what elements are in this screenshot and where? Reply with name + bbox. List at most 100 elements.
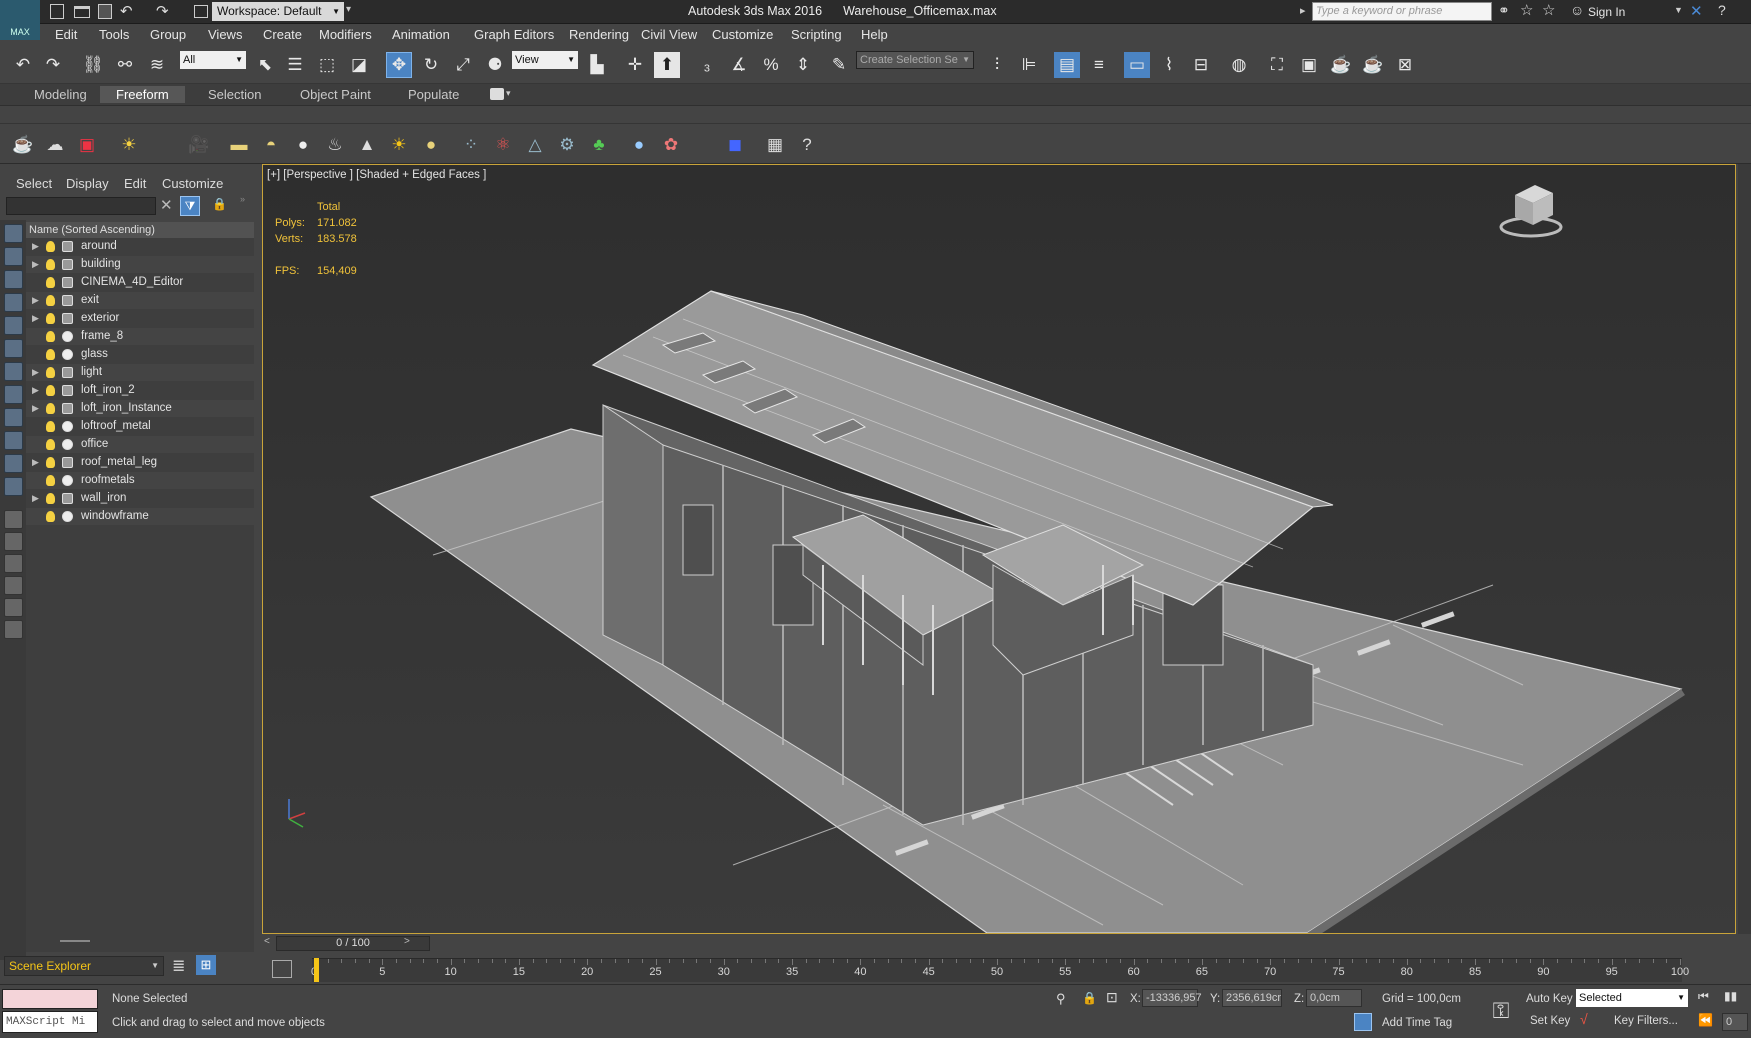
z-coord-field[interactable]: 0,0cm xyxy=(1306,989,1362,1007)
scene-object-row[interactable]: ▶ roof_metal_leg xyxy=(26,454,254,471)
expand-arrow-icon[interactable]: ▶ xyxy=(32,310,39,327)
scene-object-row[interactable]: ▶ building xyxy=(26,256,254,273)
select-and-scale-icon[interactable]: ⤢ xyxy=(450,52,476,78)
shapes-filter-icon[interactable] xyxy=(4,247,23,266)
scene-object-row[interactable]: CINEMA_4D_Editor xyxy=(26,274,254,291)
schematic-view-icon[interactable]: ⊟ xyxy=(1188,52,1214,78)
ribbon-tab-freeform[interactable]: Freeform xyxy=(100,86,185,103)
favorite-star-icon[interactable]: ☆ xyxy=(1542,1,1555,19)
help-dropdown-icon[interactable]: ? xyxy=(1718,2,1726,18)
light-lister-icon[interactable]: ☀ xyxy=(116,132,142,158)
display-all-icon[interactable] xyxy=(4,510,23,529)
render-iterative-icon[interactable]: ☕ xyxy=(1360,52,1386,78)
explorer-menu-select[interactable]: Select xyxy=(16,176,52,191)
bones-filter-icon[interactable] xyxy=(4,408,23,427)
exchange-apps-icon[interactable]: ✕ xyxy=(1690,2,1703,20)
mirror-icon[interactable]: ⫶ xyxy=(984,52,1010,78)
redo-button[interactable]: ↷ xyxy=(40,52,66,78)
time-track[interactable]: 0510152025303540455055606570758085909510… xyxy=(311,958,1689,982)
search-expand-icon[interactable]: ▸ xyxy=(1300,4,1306,17)
layer-explorer-icon[interactable]: ≡ xyxy=(1086,52,1112,78)
scene-object-row[interactable]: office xyxy=(26,436,254,453)
gear-icon[interactable]: ⚙ xyxy=(554,132,580,158)
maxscript-mini-listener[interactable]: MAXScript Mi xyxy=(2,1011,98,1033)
expand-arrow-icon[interactable]: ▶ xyxy=(32,400,39,417)
visibility-bulb-icon[interactable] xyxy=(46,259,55,270)
menu-modifiers[interactable]: Modifiers xyxy=(319,27,372,42)
signin-dropdown-icon[interactable]: ▼ xyxy=(1674,5,1683,15)
go-to-start-icon[interactable]: ⏮ xyxy=(1698,989,1709,1004)
sun-icon[interactable]: ☀ xyxy=(386,132,412,158)
visibility-bulb-icon[interactable] xyxy=(46,385,55,396)
expand-arrow-icon[interactable]: ▶ xyxy=(32,256,39,273)
explorer-menu-edit[interactable]: Edit xyxy=(124,176,146,191)
select-and-link-icon[interactable]: ⛓ xyxy=(80,52,106,78)
visibility-bulb-icon[interactable] xyxy=(46,439,55,450)
key-mode-dropdown[interactable]: Selected ▼ xyxy=(1576,989,1688,1007)
layers-icon[interactable]: ≣ xyxy=(172,956,185,976)
rectangular-selection-icon[interactable]: ⬚ xyxy=(314,52,340,78)
new-file-icon[interactable] xyxy=(50,4,64,19)
prev-key-icon[interactable]: ⏪ xyxy=(1698,1013,1713,1027)
visibility-bulb-icon[interactable] xyxy=(46,403,55,414)
selection-lock-icon[interactable]: 🔒 xyxy=(1082,991,1097,1005)
menu-civil-view[interactable]: Civil View xyxy=(641,27,697,42)
menu-create[interactable]: Create xyxy=(263,27,302,42)
camera-icon[interactable]: 🎥 xyxy=(186,132,212,158)
named-selection-set-dropdown[interactable]: Create Selection Se ▼ xyxy=(856,51,974,69)
select-manipulate-icon[interactable]: ✛ xyxy=(622,52,648,78)
menu-rendering[interactable]: Rendering xyxy=(569,27,629,42)
keyboard-shortcut-override-icon[interactable]: ⬆ xyxy=(654,52,680,78)
geometry-filter-icon[interactable] xyxy=(4,224,23,243)
scene-object-row[interactable]: glass xyxy=(26,346,254,363)
percent-snap-icon[interactable]: % xyxy=(758,52,784,78)
quick-access-menu-icon[interactable]: ▾ xyxy=(346,4,351,15)
scene-object-row[interactable]: ▶ wall_iron xyxy=(26,490,254,507)
scene-object-row[interactable]: frame_8 xyxy=(26,328,254,345)
filter-toggle-icon[interactable]: ⧩ xyxy=(180,196,200,216)
isolate-selection-icon[interactable]: ⚲ xyxy=(1056,991,1066,1007)
visibility-bulb-icon[interactable] xyxy=(46,367,55,378)
hierarchy-icon[interactable]: ⊞ xyxy=(196,955,216,975)
scene-object-row[interactable]: ▶ loft_iron_2 xyxy=(26,382,254,399)
sign-in-link[interactable]: Sign In xyxy=(1588,5,1625,19)
binoculars-icon[interactable]: ⚭ xyxy=(1498,2,1510,19)
menu-animation[interactable]: Animation xyxy=(392,27,450,42)
visibility-bulb-icon[interactable] xyxy=(46,349,55,360)
scene-object-row[interactable]: ▶ loft_iron_Instance xyxy=(26,400,254,417)
asset-tracking-icon[interactable]: ▦ xyxy=(762,132,788,158)
view-cube[interactable] xyxy=(1499,185,1563,238)
scene-explorer-selector[interactable]: Scene Explorer ▼ xyxy=(4,956,164,976)
absolute-transform-icon[interactable]: ⊡ xyxy=(1106,989,1118,1006)
helpers-filter-icon[interactable] xyxy=(4,316,23,335)
align-icon[interactable]: ⊫ xyxy=(1016,52,1042,78)
visibility-bulb-icon[interactable] xyxy=(46,331,55,342)
edit-named-selection-icon[interactable]: ✎ xyxy=(826,52,852,78)
curve-editor-icon[interactable]: ⌇ xyxy=(1156,52,1182,78)
selection-filter-dropdown[interactable]: All ▼ xyxy=(180,51,246,69)
current-frame-field[interactable]: 0 xyxy=(1722,1013,1748,1031)
star-icon[interactable]: ☆ xyxy=(1520,1,1533,19)
expand-arrow-icon[interactable]: ▶ xyxy=(32,364,39,381)
scene-object-row[interactable]: ▶ exterior xyxy=(26,310,254,327)
collapse-icon[interactable] xyxy=(4,620,23,639)
display-none-icon[interactable] xyxy=(4,532,23,551)
material-browser-icon[interactable]: ▣ xyxy=(74,132,100,158)
clear-search-icon[interactable]: ✕ xyxy=(160,196,173,214)
frozen-filter-icon[interactable] xyxy=(4,454,23,473)
redo-icon[interactable]: ↷ xyxy=(156,2,169,20)
spinner-snap-icon[interactable]: ⇕ xyxy=(790,52,816,78)
reference-coordinate-dropdown[interactable]: View ▼ xyxy=(512,51,578,69)
render-element-icon[interactable]: ◼ xyxy=(722,132,748,158)
lights-filter-icon[interactable] xyxy=(4,270,23,289)
cameras-filter-icon[interactable] xyxy=(4,293,23,312)
expand-arrow-icon[interactable]: ▶ xyxy=(32,454,39,471)
scene-object-row[interactable]: loftroof_metal xyxy=(26,418,254,435)
set-key-icon[interactable]: ⚿ xyxy=(1486,991,1516,1031)
lock-icon[interactable]: 🔒 xyxy=(212,197,227,211)
select-and-place-icon[interactable]: ⚈ xyxy=(482,52,508,78)
set-key-button[interactable]: Set Key xyxy=(1530,1015,1570,1027)
scene-object-row[interactable]: ▶ light xyxy=(26,364,254,381)
maxscript-listener-pink[interactable] xyxy=(2,989,98,1009)
unlink-selection-icon[interactable]: ⚯ xyxy=(112,52,138,78)
